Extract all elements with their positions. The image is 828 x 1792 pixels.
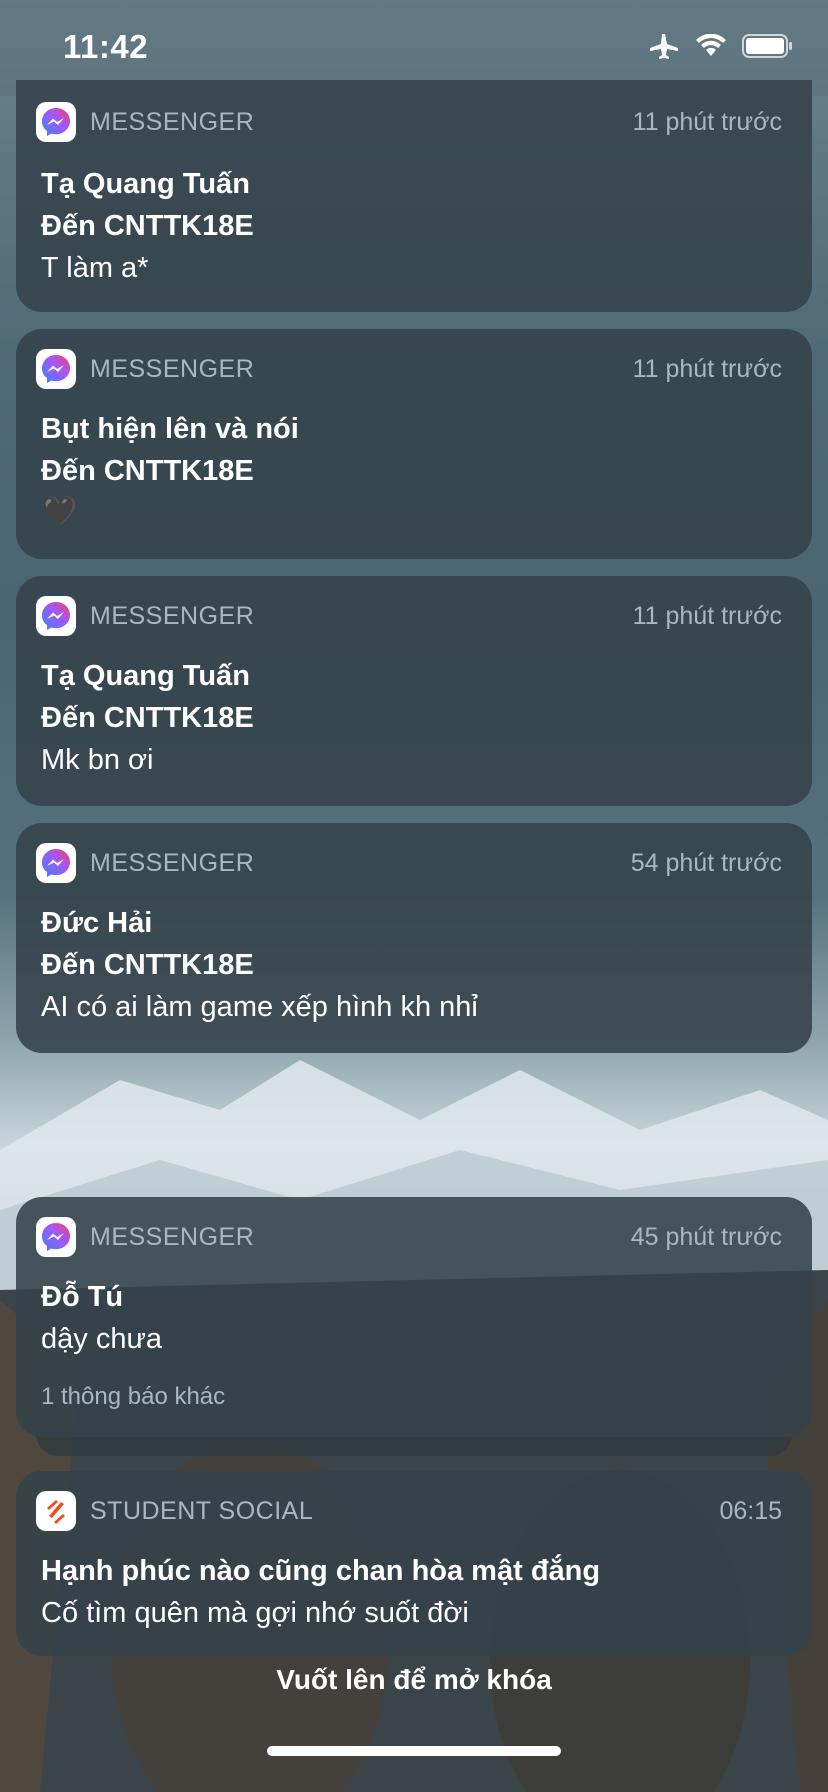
app-name: STUDENT SOCIAL [90,1497,314,1525]
app-name: MESSENGER [90,108,255,136]
notification-card[interactable]: STUDENT SOCIAL 06:15 Hạnh phúc nào cũng … [16,1471,812,1656]
notification-card[interactable]: MESSENGER 11 phút trước Bụt hiện lên và … [16,329,812,559]
notification-body: T làm a* [41,252,149,284]
swipe-to-unlock-hint: Vuốt lên để mở khóa [276,1664,552,1695]
more-notifications-label: 1 thông báo khác [41,1383,226,1410]
notification-card[interactable]: MESSENGER 54 phút trước Đức Hải Đến CNTT… [16,823,812,1053]
messenger-icon [36,843,76,883]
status-time: 11:42 [63,28,149,65]
notification-time: 54 phút trước [630,849,782,877]
notification-subtitle: Đến CNTTK18E [41,702,254,734]
student-social-icon [36,1491,76,1531]
app-name: MESSENGER [90,355,255,383]
notification-subtitle: Đến CNTTK18E [41,455,254,487]
notification-card[interactable]: MESSENGER 11 phút trước Tạ Quang Tuấn Đế… [16,576,812,806]
notification-subtitle: Đến CNTTK18E [41,210,254,242]
messenger-icon [36,102,76,142]
messenger-icon [36,349,76,389]
notification-title: Tạ Quang Tuấn [41,168,250,200]
app-name: MESSENGER [90,849,255,877]
notification-card[interactable]: MESSENGER 11 phút trước Tạ Quang Tuấn Đế… [16,80,812,312]
notification-time: 45 phút trước [630,1223,782,1251]
notification-title: Tạ Quang Tuấn [41,660,250,692]
messenger-icon [36,1217,76,1257]
notification-title: Đức Hải [41,907,153,939]
app-name: MESSENGER [90,1223,255,1251]
notification-time: 11 phút trước [632,355,782,383]
notification-time: 11 phút trước [632,108,782,136]
airplane-icon [648,32,680,60]
wifi-icon [696,34,726,58]
notification-group[interactable]: MESSENGER 45 phút trước Đỗ Tú dậy chưa 1… [16,1197,812,1437]
notification-title: Hạnh phúc nào cũng chan hòa mật đắng [41,1555,601,1587]
notification-title: Đỗ Tú [41,1281,124,1313]
notification-body: dậy chưa [41,1323,162,1355]
home-indicator[interactable] [267,1746,561,1756]
notification-body: 🖤 [41,496,78,528]
messenger-icon [36,596,76,636]
notification-time: 11 phút trước [632,602,782,630]
notification-body: Mk bn ơi [41,744,154,776]
notification-title: Bụt hiện lên và nói [41,413,299,445]
status-icons [648,32,794,60]
battery-icon [742,33,794,59]
notification-subtitle: Đến CNTTK18E [41,949,254,981]
app-name: MESSENGER [90,602,255,630]
notification-body: Cố tìm quên mà gợi nhớ suốt đời [41,1597,469,1629]
notification-time: 06:15 [719,1497,782,1525]
notification-body: AI có ai làm game xếp hình kh nhỉ [41,991,478,1023]
